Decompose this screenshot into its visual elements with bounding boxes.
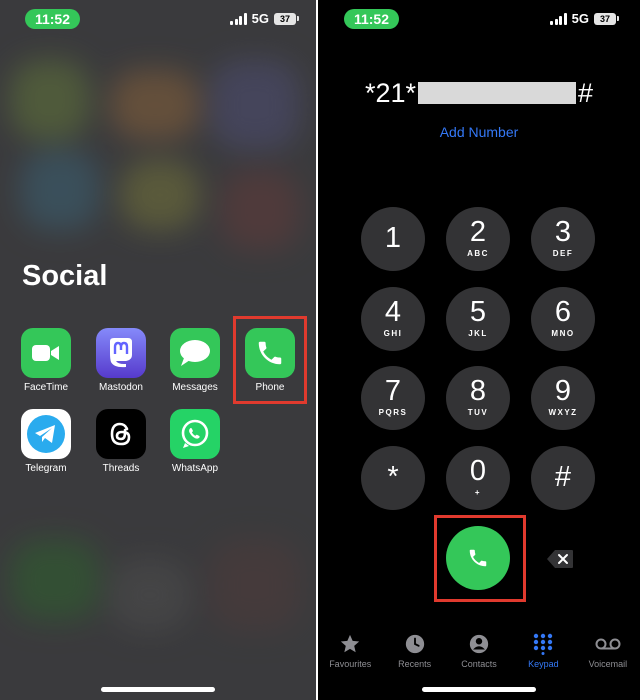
tab-recents[interactable]: Recents (382, 632, 446, 676)
tab-voicemail[interactable]: Voicemail (576, 632, 640, 676)
key-digit: 7 (384, 375, 402, 407)
app-label: WhatsApp (171, 463, 219, 474)
keypad-key[interactable]: 0 + (446, 446, 510, 510)
keypad-key[interactable]: 7 PQRS (361, 366, 425, 430)
key-letters: + (474, 488, 482, 497)
keypad-key[interactable]: # (531, 446, 595, 510)
app-whatsapp[interactable]: WhatsApp (158, 409, 232, 474)
network-label: 5G (251, 11, 269, 26)
status-indicators: 5G 37 (550, 11, 619, 26)
tab-label: Contacts (461, 659, 497, 669)
signal-icon (550, 12, 567, 25)
key-letters: PQRS (378, 408, 408, 417)
key-letters: WXYZ (548, 408, 578, 417)
network-label: 5G (571, 11, 589, 26)
app-telegram[interactable]: Telegram (9, 409, 83, 474)
call-highlight-box (434, 515, 526, 602)
app-label: FaceTime (23, 382, 69, 393)
keypad-key[interactable]: 9 WXYZ (531, 366, 595, 430)
home-indicator[interactable] (422, 687, 536, 692)
status-time[interactable]: 11:52 (344, 9, 399, 29)
key-digit: 9 (554, 375, 572, 407)
star-icon (341, 634, 360, 653)
tab-favourites[interactable]: Favourites (318, 632, 382, 676)
key-digit: # (554, 461, 572, 493)
app-label: Threads (102, 463, 140, 474)
whatsapp-icon (170, 409, 220, 459)
add-number-link[interactable]: Add Number (318, 124, 640, 140)
tab-keypad[interactable]: Keypad (511, 632, 575, 676)
keypad-icon (534, 633, 553, 655)
facetime-icon (21, 328, 71, 378)
app-label: Messages (172, 382, 218, 393)
mastodon-icon (96, 328, 146, 378)
key-digit: 6 (554, 296, 572, 328)
threads-icon (96, 409, 146, 459)
telegram-icon (21, 409, 71, 459)
keypad-key[interactable]: 3 DEF (531, 207, 595, 271)
key-digit: 5 (469, 296, 487, 328)
redacted-number (418, 82, 576, 104)
keypad-key[interactable]: 8 TUV (446, 366, 510, 430)
voicemail-icon (595, 638, 621, 650)
contact-icon (469, 634, 489, 654)
tab-label: Favourites (329, 659, 372, 669)
status-bar: 11:52 5G 37 (0, 8, 316, 32)
app-threads[interactable]: Threads (84, 409, 158, 474)
key-digit: 4 (384, 296, 402, 328)
tab-label: Recents (398, 659, 432, 669)
keypad-key[interactable]: 5 JKL (446, 287, 510, 351)
tab-contacts[interactable]: Contacts (447, 632, 511, 676)
clock-icon (405, 634, 424, 654)
key-digit: 3 (554, 216, 572, 248)
key-letters: DEF (552, 249, 574, 258)
key-letters: TUV (467, 408, 489, 417)
keypad-key[interactable]: 6 MNO (531, 287, 595, 351)
signal-icon (230, 12, 247, 25)
tab-bar: Favourites Recents Contacts Keypad Voice… (318, 632, 640, 676)
home-indicator[interactable] (101, 687, 215, 692)
key-digit: 0 (469, 455, 487, 487)
keypad-key[interactable]: 1 (361, 207, 425, 271)
key-letters: MNO (551, 329, 575, 338)
status-time[interactable]: 11:52 (25, 9, 80, 29)
keypad-key[interactable]: * (361, 446, 425, 510)
battery-icon: 37 (274, 12, 299, 25)
tab-label: Voicemail (588, 659, 628, 669)
keypad-key[interactable]: 2 ABC (446, 207, 510, 271)
app-label: Mastodon (99, 382, 143, 393)
app-mastodon[interactable]: Mastodon (84, 328, 158, 393)
dialer-screen: 11:52 5G 37 *21* # Add Number 1 2 ABC 3 DEF 4… (318, 0, 640, 700)
keypad-key[interactable]: 4 GHI (361, 287, 425, 351)
folder-title: Social (22, 260, 108, 292)
home-screen: 11:52 5G 37 Social FaceTime Mastodon Mes… (0, 0, 316, 700)
key-digit: 2 (469, 216, 487, 248)
backspace-icon (547, 550, 573, 568)
dialed-suffix: # (578, 77, 594, 108)
status-bar: 11:52 5G 37 (318, 8, 640, 32)
status-indicators: 5G 37 (230, 11, 299, 26)
key-digit: 1 (384, 222, 402, 254)
app-facetime[interactable]: FaceTime (9, 328, 83, 393)
key-digit: 8 (469, 375, 487, 407)
messages-icon (170, 328, 220, 378)
app-messages[interactable]: Messages (158, 328, 232, 393)
backspace-button[interactable] (546, 549, 574, 569)
key-letters: JKL (468, 329, 488, 338)
dialed-prefix: *21* (364, 77, 416, 108)
dialed-number: *21* # (318, 78, 640, 108)
key-letters: ABC (467, 249, 489, 258)
tab-label: Keypad (528, 659, 559, 669)
battery-icon: 37 (594, 12, 619, 25)
key-letters: GHI (383, 329, 403, 338)
phone-highlight-box (233, 316, 307, 404)
key-digit: * (387, 461, 399, 493)
app-label: Telegram (25, 463, 67, 474)
